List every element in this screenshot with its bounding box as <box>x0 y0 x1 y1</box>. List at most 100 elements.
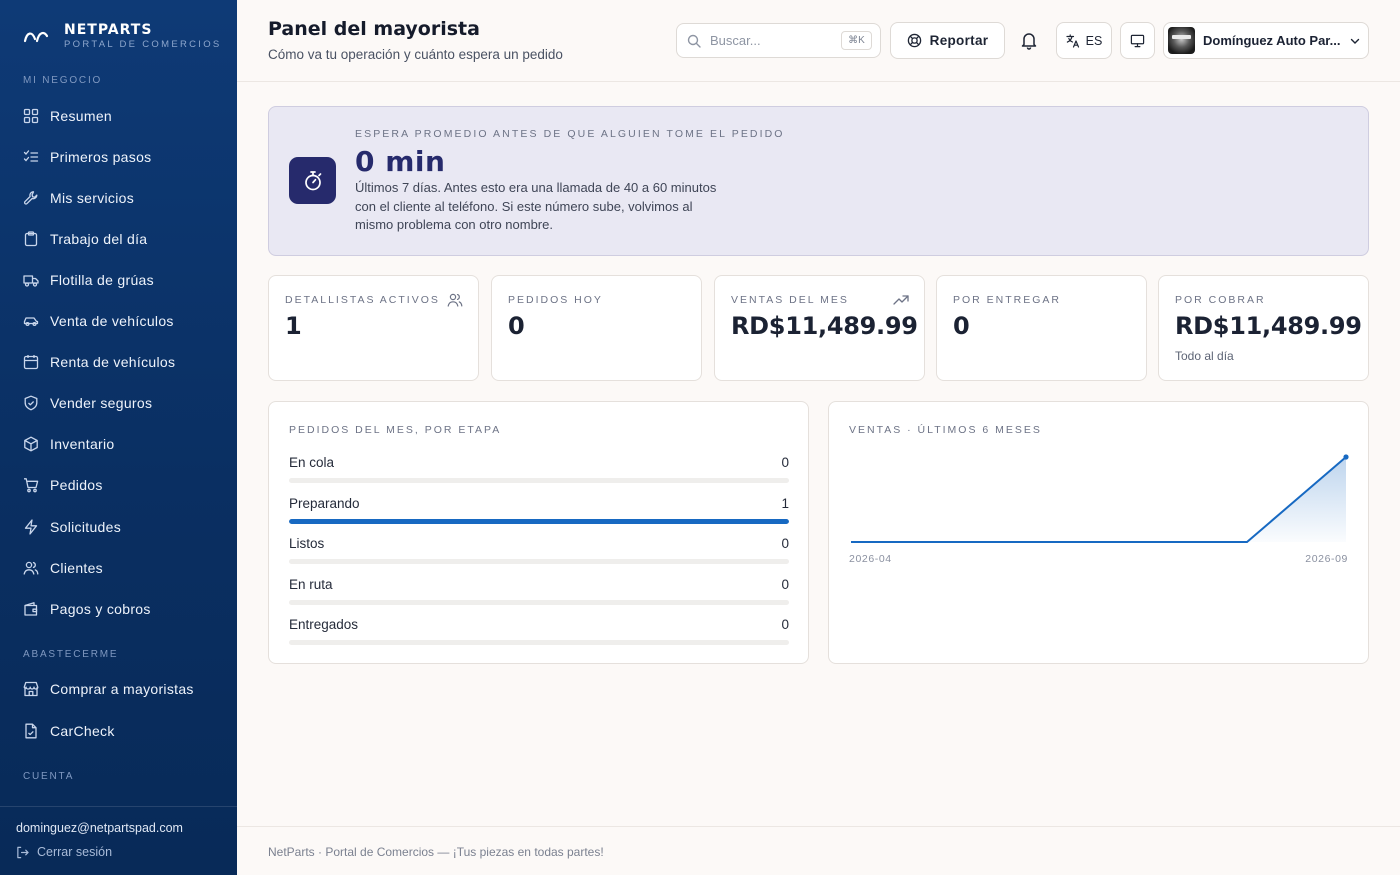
avg-wait-card: ESPERA PROMEDIO ANTES DE QUE ALGUIEN TOM… <box>268 106 1369 256</box>
search-input[interactable]: Buscar... ⌘K <box>676 23 881 58</box>
stage-label: En ruta <box>289 576 333 592</box>
sidebar-item-inventario[interactable]: Inventario <box>23 429 223 459</box>
sidebar-item-label: Flotilla de grúas <box>50 272 154 288</box>
sidebar-footer: dominguez@netpartspad.com Cerrar sesión <box>0 806 237 875</box>
sidebar-item-solicitudes[interactable]: Solicitudes <box>23 512 223 542</box>
search-placeholder: Buscar... <box>710 33 761 48</box>
footer-text: NetParts · Portal de Comercios — ¡Tus pi… <box>268 845 604 859</box>
sidebar-item-label: Pedidos <box>50 477 103 493</box>
sidebar-item-pedidos[interactable]: Pedidos <box>23 470 223 500</box>
sidebar-item-label: Mis servicios <box>50 190 135 206</box>
logout-button[interactable]: Cerrar sesión <box>16 845 112 859</box>
stat-label: DETALLISTAS ACTIVOS <box>285 294 440 306</box>
sidebar-item-label: Clientes <box>50 560 103 576</box>
brand-name: NETPARTS <box>64 22 153 38</box>
truck-icon <box>23 275 39 287</box>
car-icon <box>23 317 39 327</box>
sidebar-item-label: Pagos y cobros <box>50 601 151 617</box>
bell-icon[interactable] <box>1019 30 1039 50</box>
stat-label: POR ENTREGAR <box>953 294 1062 306</box>
brand[interactable]: NETPARTS PORTAL DE COMERCIOS <box>23 22 222 50</box>
sidebar-item-primeros-pasos[interactable]: Primeros pasos <box>23 142 223 172</box>
grid-icon <box>23 108 39 124</box>
stage-progress-track <box>289 478 789 483</box>
cart-icon <box>24 478 39 493</box>
x-tick-label: 2026-09 <box>1305 553 1348 565</box>
shield-icon <box>24 395 38 411</box>
user-email: dominguez@netpartspad.com <box>16 821 183 835</box>
sidebar-item-label: Primeros pasos <box>50 149 152 165</box>
stopwatch-icon <box>304 170 321 190</box>
users-icon <box>447 293 463 307</box>
stage-label: Entregados <box>289 617 359 632</box>
sidebar-item-pagos-y-cobros[interactable]: Pagos y cobros <box>23 594 223 624</box>
search-icon <box>687 34 701 48</box>
logout-label: Cerrar sesión <box>37 845 113 859</box>
stage-row: Listos 0 <box>289 536 789 570</box>
page-subtitle: Cómo va tu operación y cuánto espera un … <box>268 47 563 62</box>
stat-card-por-cobrar: POR COBRAR RD$11,489.99 Todo al día <box>1158 275 1369 381</box>
sidebar-item-label: CarCheck <box>50 723 115 739</box>
sidebar-item-label: Solicitudes <box>50 519 122 535</box>
language-button[interactable]: ES <box>1056 22 1112 59</box>
stage-progress-track <box>289 640 789 645</box>
orders-by-stage-panel: PEDIDOS DEL MES, POR ETAPA En cola 0 Prepa… <box>268 401 809 664</box>
display-button[interactable] <box>1120 22 1155 59</box>
checklist-icon <box>23 150 39 162</box>
chevron-down-icon <box>1350 38 1360 44</box>
monitor-icon <box>1130 34 1145 48</box>
sidebar-item-mis-servicios[interactable]: Mis servicios <box>23 183 223 213</box>
hero-label: ESPERA PROMEDIO ANTES DE QUE ALGUIEN TOM… <box>355 128 785 140</box>
sidebar-item-renta-de-vehiculos[interactable]: Renta de vehículos <box>23 347 223 377</box>
sidebar-item-venta-de-vehiculos[interactable]: Venta de vehículos <box>23 306 223 336</box>
avatar <box>1168 27 1195 54</box>
section-cuenta: CUENTA <box>23 771 75 782</box>
box-icon <box>24 436 38 452</box>
account-switcher[interactable]: Domínguez Auto Par... <box>1163 22 1369 59</box>
store-icon <box>23 681 39 697</box>
stage-progress-track <box>289 518 789 524</box>
sidebar-item-clientes[interactable]: Clientes <box>23 553 223 583</box>
sidebar-item-carcheck[interactable]: CarCheck <box>23 716 223 746</box>
brand-text: NETPARTS PORTAL DE COMERCIOS <box>64 22 222 50</box>
stat-value: RD$11,489.99 <box>731 312 918 340</box>
sales-point <box>1343 454 1349 460</box>
stage-label: En cola <box>289 455 335 470</box>
stage-progress-track <box>289 559 789 564</box>
page-title: Panel del mayorista <box>268 18 480 40</box>
file-check-icon <box>25 723 37 739</box>
stage-row: En cola 0 <box>289 455 789 489</box>
stat-card-por-entregar: POR ENTREGAR 0 <box>936 275 1147 381</box>
section-mi-negocio: MI NEGOCIO <box>23 75 103 86</box>
sidebar-item-trabajo-del-dia[interactable]: Trabajo del día <box>23 224 223 254</box>
stat-label: POR COBRAR <box>1175 294 1266 306</box>
hero-value: 0 min <box>355 145 446 178</box>
stat-label: VENTAS DEL MES <box>731 294 849 306</box>
calendar-icon <box>23 355 39 370</box>
stage-count: 0 <box>781 617 789 632</box>
stat-value: 1 <box>285 312 302 340</box>
report-label: Reportar <box>929 33 989 48</box>
stage-row: Entregados 0 <box>289 617 789 651</box>
sidebar-item-vender-seguros[interactable]: Vender seguros <box>23 388 223 418</box>
stage-progress-fill <box>289 518 789 524</box>
stat-card-ventas-del-mes: VENTAS DEL MES RD$11,489.99 <box>714 275 925 381</box>
stat-card-pedidos-hoy: PEDIDOS HOY 0 <box>491 275 702 381</box>
search-shortcut: ⌘K <box>841 31 872 50</box>
lifebuoy-icon <box>907 33 921 48</box>
bolt-icon <box>24 519 38 535</box>
sidebar-item-comprar-a-mayoristas[interactable]: Comprar a mayoristas <box>23 674 223 704</box>
section-abastecerme: ABASTECERME <box>23 649 119 660</box>
sidebar-item-label: Venta de vehículos <box>50 313 174 329</box>
sidebar-item-resumen[interactable]: Resumen <box>23 101 223 131</box>
panel-title: PEDIDOS DEL MES, POR ETAPA <box>289 424 502 436</box>
page-header: Panel del mayorista Cómo va tu operación… <box>237 0 1400 82</box>
users-icon <box>23 561 39 575</box>
trending-up-icon <box>893 295 909 305</box>
sidebar-item-flotilla-de-gruas[interactable]: Flotilla de grúas <box>23 265 223 295</box>
sidebar: NETPARTS PORTAL DE COMERCIOS MI NEGOCIO … <box>0 0 237 875</box>
stage-count: 0 <box>781 536 789 551</box>
stage-row: En ruta 0 <box>289 577 789 611</box>
report-button[interactable]: Reportar <box>890 22 1005 59</box>
page-footer: NetParts · Portal de Comercios — ¡Tus pi… <box>237 826 1400 875</box>
